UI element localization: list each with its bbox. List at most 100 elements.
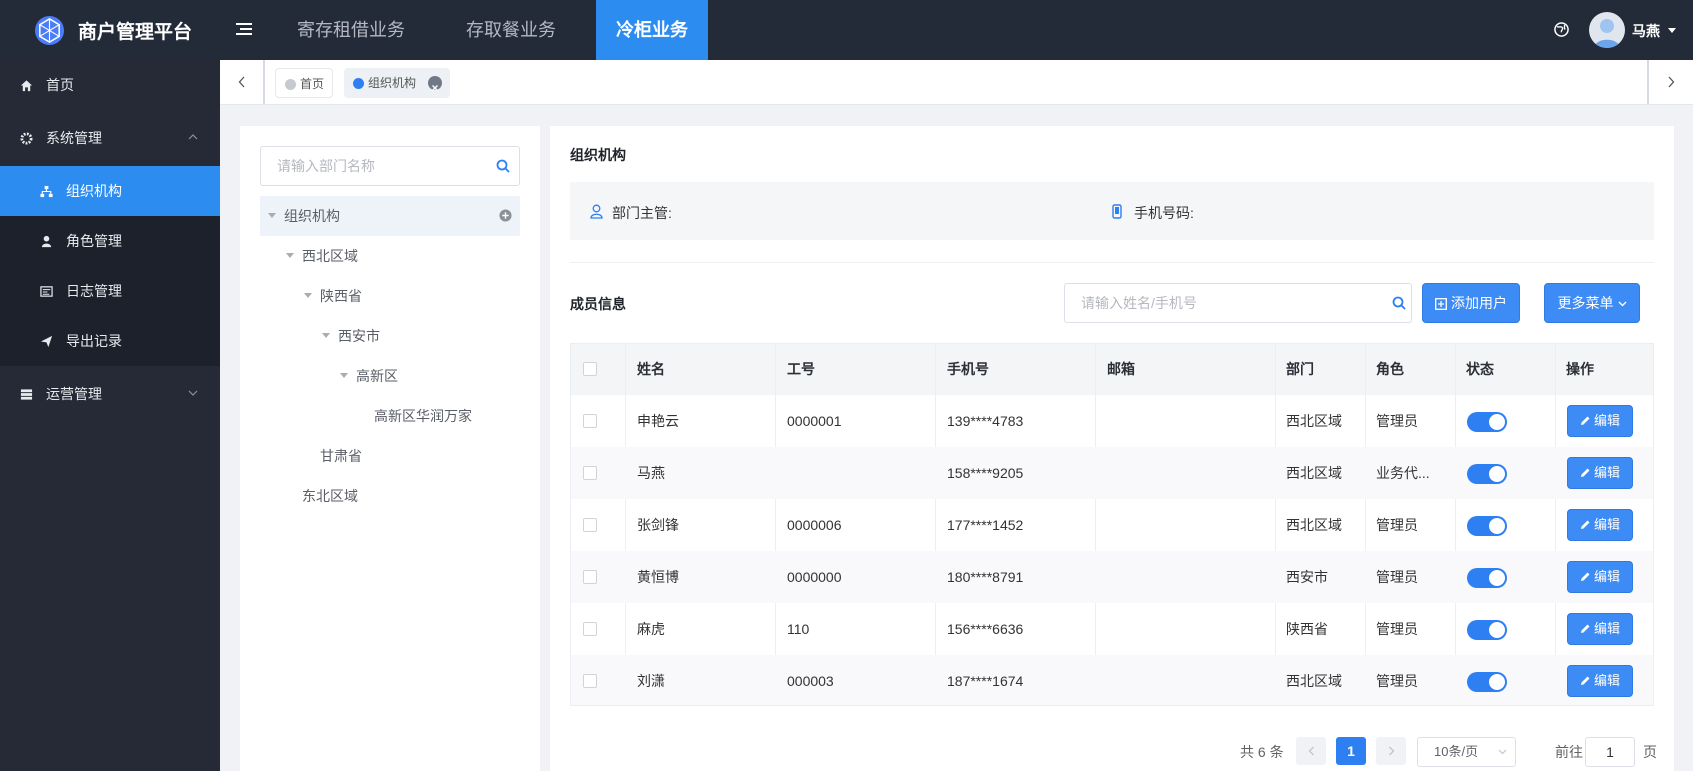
- status-toggle[interactable]: [1467, 568, 1507, 588]
- chevron-down-icon: [1618, 301, 1626, 307]
- tree-node[interactable]: 东北区域: [302, 486, 358, 506]
- log-icon: [40, 286, 53, 297]
- row-checkbox[interactable]: [583, 518, 597, 532]
- pencil-icon: [1580, 572, 1590, 581]
- cell-phone: 156****6636: [947, 621, 1024, 637]
- tabs-scroll-right[interactable]: [1647, 60, 1692, 104]
- edit-button[interactable]: 编辑: [1567, 457, 1633, 489]
- cell-id: 0000006: [787, 517, 842, 533]
- page-size-select[interactable]: 10条/页: [1417, 737, 1516, 767]
- cell-department: 西北区域: [1286, 413, 1342, 429]
- tree-node[interactable]: 高新区: [356, 366, 398, 386]
- row-checkbox[interactable]: [583, 622, 597, 636]
- user-outline-icon: [590, 204, 603, 219]
- user-icon: [41, 235, 52, 248]
- sidebar-item-home[interactable]: 首页: [0, 60, 220, 110]
- add-circle-icon[interactable]: [499, 209, 512, 222]
- tab-status-dot: [285, 79, 296, 90]
- cell-role: 管理员: [1376, 517, 1418, 533]
- chevron-right-icon: [1668, 76, 1674, 88]
- more-menu-button[interactable]: 更多菜单: [1544, 283, 1640, 323]
- cell-name: 马燕: [637, 465, 665, 481]
- tab-org-structure[interactable]: 组织机构: [344, 68, 450, 98]
- sidebar-item-org-structure[interactable]: 组织机构: [0, 166, 220, 216]
- caret-down-icon[interactable]: [340, 373, 348, 378]
- chevron-up-icon: [188, 134, 198, 140]
- caret-down-icon[interactable]: [268, 213, 276, 218]
- phone-label: 手机号码:: [1134, 205, 1194, 221]
- status-toggle[interactable]: [1467, 672, 1507, 692]
- nav-tab-storage-rental[interactable]: 寄存租借业务: [276, 0, 426, 60]
- server-icon: [20, 389, 33, 400]
- member-search-input[interactable]: [1066, 285, 1371, 321]
- tree-node[interactable]: 组织机构: [284, 206, 340, 226]
- goto-page-input[interactable]: 1: [1585, 737, 1635, 767]
- username[interactable]: 马燕: [1632, 21, 1660, 41]
- column-header-phone: 手机号: [947, 361, 989, 377]
- status-toggle[interactable]: [1467, 412, 1507, 432]
- cell-phone: 180****8791: [947, 569, 1024, 585]
- edit-label: 编辑: [1593, 621, 1620, 636]
- cell-role: 业务代...: [1376, 465, 1430, 481]
- search-icon[interactable]: [1392, 296, 1406, 310]
- cell-phone: 158****9205: [947, 465, 1024, 481]
- toggle-knob: [1489, 674, 1505, 690]
- caret-down-icon[interactable]: [304, 293, 312, 298]
- status-toggle[interactable]: [1467, 620, 1507, 640]
- cell-role: 管理员: [1376, 413, 1418, 429]
- sidebar-item-operations-management[interactable]: 运营管理: [0, 369, 220, 419]
- cell-department: 陕西省: [1286, 621, 1328, 637]
- cell-role: 管理员: [1376, 621, 1418, 637]
- tree-node[interactable]: 西北区域: [302, 246, 358, 266]
- avatar[interactable]: [1589, 12, 1625, 48]
- nav-tab-meal-pickup[interactable]: 存取餐业务: [441, 0, 581, 60]
- row-checkbox[interactable]: [583, 414, 597, 428]
- caret-down-icon[interactable]: [322, 333, 330, 338]
- plus-square-icon: [1435, 298, 1447, 310]
- pagination-page-button[interactable]: 1: [1336, 737, 1366, 765]
- edit-button[interactable]: 编辑: [1567, 509, 1633, 541]
- menu-toggle-icon[interactable]: [236, 22, 252, 36]
- select-all-checkbox[interactable]: [583, 362, 597, 376]
- sidebar-item-export-records[interactable]: 导出记录: [0, 316, 220, 366]
- department-search-input[interactable]: [262, 148, 482, 184]
- tree-node[interactable]: 高新区华润万家: [374, 406, 472, 426]
- sidebar-item-system-management[interactable]: 系统管理: [0, 113, 220, 163]
- search-icon[interactable]: [496, 159, 510, 173]
- sidebar-item-label: 首页: [46, 77, 74, 93]
- tree-node[interactable]: 西安市: [338, 326, 380, 346]
- edit-button[interactable]: 编辑: [1567, 613, 1633, 645]
- section-title-members: 成员信息: [570, 296, 626, 312]
- status-toggle[interactable]: [1467, 464, 1507, 484]
- row-checkbox[interactable]: [583, 466, 597, 480]
- edit-button[interactable]: 编辑: [1567, 405, 1633, 437]
- department-search: [260, 146, 520, 186]
- user-dropdown-caret-icon[interactable]: [1668, 28, 1676, 33]
- sidebar-item-role-management[interactable]: 角色管理: [0, 216, 220, 266]
- close-icon[interactable]: [428, 76, 442, 91]
- globe-icon[interactable]: [1554, 22, 1569, 37]
- row-checkbox[interactable]: [583, 570, 597, 584]
- table-row: 黄恒博 0000000 180****8791 西安市 管理员 编辑: [571, 551, 1653, 603]
- table-row: 张剑锋 0000006 177****1452 西北区域 管理员 编辑: [571, 499, 1653, 551]
- tree-node[interactable]: 陕西省: [320, 286, 362, 306]
- status-toggle[interactable]: [1467, 516, 1507, 536]
- edit-label: 编辑: [1593, 569, 1620, 584]
- add-user-label: 添加用户: [1451, 295, 1507, 311]
- pagination-next-button[interactable]: [1376, 737, 1406, 765]
- tabs-scroll-left[interactable]: [220, 60, 265, 104]
- cell-id: 110: [787, 621, 810, 637]
- add-user-button[interactable]: 添加用户: [1422, 283, 1520, 323]
- tree-node[interactable]: 甘肃省: [320, 446, 362, 466]
- pagination-prev-button[interactable]: [1296, 737, 1326, 765]
- sidebar-item-log-management[interactable]: 日志管理: [0, 266, 220, 316]
- row-checkbox[interactable]: [583, 674, 597, 688]
- nav-tab-cold-cabinet[interactable]: 冷柜业务: [596, 0, 708, 60]
- edit-button[interactable]: 编辑: [1567, 665, 1633, 697]
- edit-label: 编辑: [1593, 517, 1620, 532]
- column-header-name: 姓名: [637, 361, 665, 377]
- edit-button[interactable]: 编辑: [1567, 561, 1633, 593]
- caret-down-icon[interactable]: [286, 253, 294, 258]
- tab-home[interactable]: 首页: [275, 68, 333, 98]
- sidebar-item-label: 系统管理: [46, 130, 102, 146]
